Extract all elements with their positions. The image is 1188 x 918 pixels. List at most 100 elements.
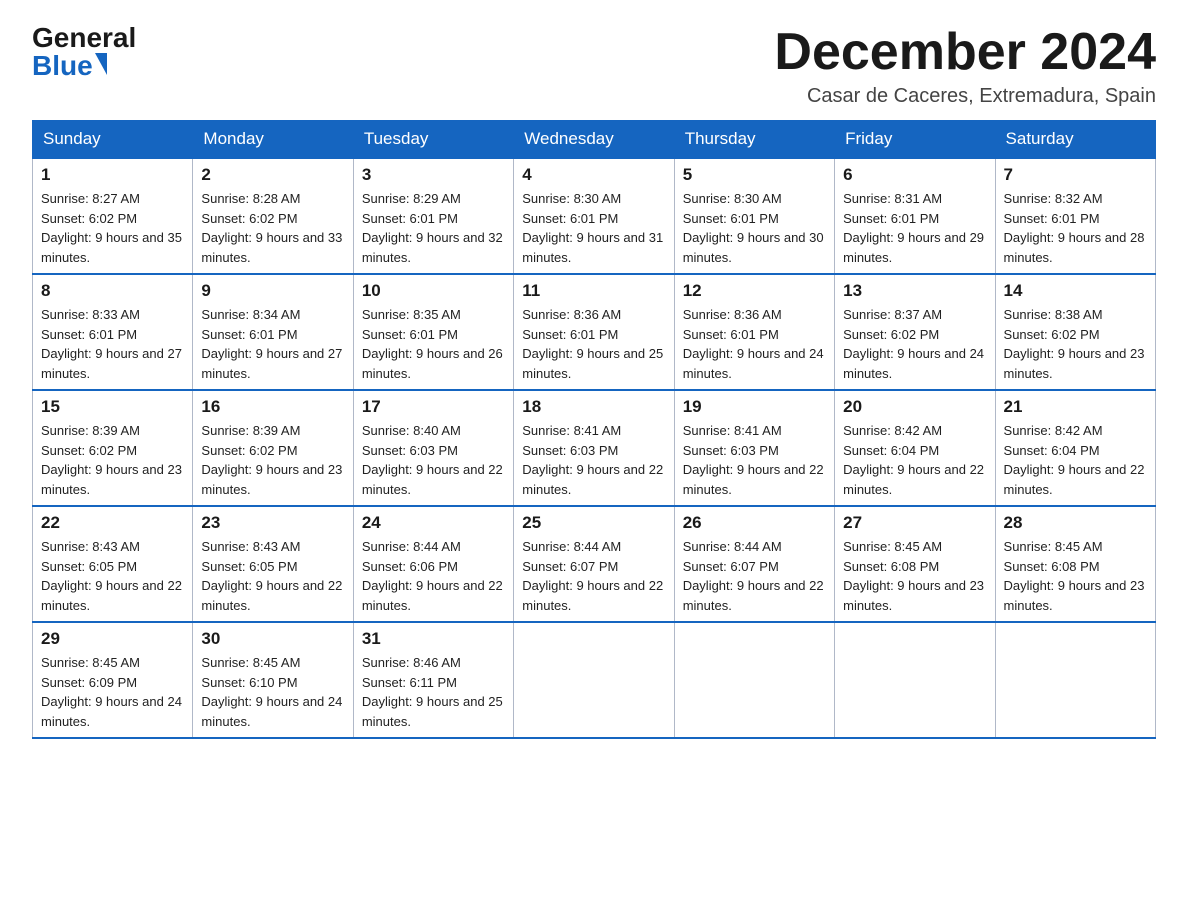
table-row: 5 Sunrise: 8:30 AMSunset: 6:01 PMDayligh… [674, 158, 834, 274]
table-row: 27 Sunrise: 8:45 AMSunset: 6:08 PMDaylig… [835, 506, 995, 622]
day-number: 7 [1004, 165, 1147, 185]
day-number: 14 [1004, 281, 1147, 301]
day-info: Sunrise: 8:30 AMSunset: 6:01 PMDaylight:… [683, 191, 824, 265]
day-number: 29 [41, 629, 184, 649]
day-number: 17 [362, 397, 505, 417]
table-row: 6 Sunrise: 8:31 AMSunset: 6:01 PMDayligh… [835, 158, 995, 274]
table-row: 25 Sunrise: 8:44 AMSunset: 6:07 PMDaylig… [514, 506, 674, 622]
table-row: 8 Sunrise: 8:33 AMSunset: 6:01 PMDayligh… [33, 274, 193, 390]
day-info: Sunrise: 8:44 AMSunset: 6:06 PMDaylight:… [362, 539, 503, 613]
table-row: 9 Sunrise: 8:34 AMSunset: 6:01 PMDayligh… [193, 274, 353, 390]
table-row: 3 Sunrise: 8:29 AMSunset: 6:01 PMDayligh… [353, 158, 513, 274]
table-row: 24 Sunrise: 8:44 AMSunset: 6:06 PMDaylig… [353, 506, 513, 622]
calendar-week-row: 1 Sunrise: 8:27 AMSunset: 6:02 PMDayligh… [33, 158, 1156, 274]
table-row: 17 Sunrise: 8:40 AMSunset: 6:03 PMDaylig… [353, 390, 513, 506]
header-tuesday: Tuesday [353, 121, 513, 159]
day-number: 24 [362, 513, 505, 533]
day-info: Sunrise: 8:38 AMSunset: 6:02 PMDaylight:… [1004, 307, 1145, 381]
day-number: 23 [201, 513, 344, 533]
table-row: 16 Sunrise: 8:39 AMSunset: 6:02 PMDaylig… [193, 390, 353, 506]
calendar-week-row: 15 Sunrise: 8:39 AMSunset: 6:02 PMDaylig… [33, 390, 1156, 506]
day-number: 16 [201, 397, 344, 417]
table-row: 10 Sunrise: 8:35 AMSunset: 6:01 PMDaylig… [353, 274, 513, 390]
month-title: December 2024 [774, 24, 1156, 81]
day-number: 22 [41, 513, 184, 533]
day-number: 12 [683, 281, 826, 301]
day-info: Sunrise: 8:45 AMSunset: 6:08 PMDaylight:… [843, 539, 984, 613]
logo-blue-text: Blue [32, 52, 93, 80]
day-info: Sunrise: 8:42 AMSunset: 6:04 PMDaylight:… [843, 423, 984, 497]
header-monday: Monday [193, 121, 353, 159]
day-info: Sunrise: 8:45 AMSunset: 6:09 PMDaylight:… [41, 655, 182, 729]
table-row: 13 Sunrise: 8:37 AMSunset: 6:02 PMDaylig… [835, 274, 995, 390]
header-wednesday: Wednesday [514, 121, 674, 159]
day-number: 31 [362, 629, 505, 649]
day-info: Sunrise: 8:30 AMSunset: 6:01 PMDaylight:… [522, 191, 663, 265]
location-subtitle: Casar de Caceres, Extremadura, Spain [774, 85, 1156, 108]
day-number: 27 [843, 513, 986, 533]
table-row: 18 Sunrise: 8:41 AMSunset: 6:03 PMDaylig… [514, 390, 674, 506]
day-number: 3 [362, 165, 505, 185]
day-info: Sunrise: 8:44 AMSunset: 6:07 PMDaylight:… [683, 539, 824, 613]
day-info: Sunrise: 8:45 AMSunset: 6:10 PMDaylight:… [201, 655, 342, 729]
day-number: 20 [843, 397, 986, 417]
calendar-week-row: 29 Sunrise: 8:45 AMSunset: 6:09 PMDaylig… [33, 622, 1156, 738]
table-row: 30 Sunrise: 8:45 AMSunset: 6:10 PMDaylig… [193, 622, 353, 738]
header-friday: Friday [835, 121, 995, 159]
day-number: 19 [683, 397, 826, 417]
day-info: Sunrise: 8:37 AMSunset: 6:02 PMDaylight:… [843, 307, 984, 381]
day-info: Sunrise: 8:39 AMSunset: 6:02 PMDaylight:… [41, 423, 182, 497]
table-row: 29 Sunrise: 8:45 AMSunset: 6:09 PMDaylig… [33, 622, 193, 738]
day-info: Sunrise: 8:41 AMSunset: 6:03 PMDaylight:… [683, 423, 824, 497]
table-row: 20 Sunrise: 8:42 AMSunset: 6:04 PMDaylig… [835, 390, 995, 506]
logo: General Blue [32, 24, 136, 80]
header-sunday: Sunday [33, 121, 193, 159]
table-row: 31 Sunrise: 8:46 AMSunset: 6:11 PMDaylig… [353, 622, 513, 738]
table-row: 12 Sunrise: 8:36 AMSunset: 6:01 PMDaylig… [674, 274, 834, 390]
header-saturday: Saturday [995, 121, 1155, 159]
table-row [995, 622, 1155, 738]
day-number: 11 [522, 281, 665, 301]
table-row: 28 Sunrise: 8:45 AMSunset: 6:08 PMDaylig… [995, 506, 1155, 622]
table-row: 4 Sunrise: 8:30 AMSunset: 6:01 PMDayligh… [514, 158, 674, 274]
day-info: Sunrise: 8:35 AMSunset: 6:01 PMDaylight:… [362, 307, 503, 381]
table-row: 23 Sunrise: 8:43 AMSunset: 6:05 PMDaylig… [193, 506, 353, 622]
day-info: Sunrise: 8:32 AMSunset: 6:01 PMDaylight:… [1004, 191, 1145, 265]
day-number: 30 [201, 629, 344, 649]
day-info: Sunrise: 8:44 AMSunset: 6:07 PMDaylight:… [522, 539, 663, 613]
page-header: General Blue December 2024 Casar de Cace… [32, 24, 1156, 108]
table-row: 2 Sunrise: 8:28 AMSunset: 6:02 PMDayligh… [193, 158, 353, 274]
day-info: Sunrise: 8:29 AMSunset: 6:01 PMDaylight:… [362, 191, 503, 265]
table-row: 1 Sunrise: 8:27 AMSunset: 6:02 PMDayligh… [33, 158, 193, 274]
table-row: 26 Sunrise: 8:44 AMSunset: 6:07 PMDaylig… [674, 506, 834, 622]
day-number: 18 [522, 397, 665, 417]
day-number: 5 [683, 165, 826, 185]
table-row: 22 Sunrise: 8:43 AMSunset: 6:05 PMDaylig… [33, 506, 193, 622]
table-row: 11 Sunrise: 8:36 AMSunset: 6:01 PMDaylig… [514, 274, 674, 390]
calendar-table: Sunday Monday Tuesday Wednesday Thursday… [32, 120, 1156, 739]
day-number: 4 [522, 165, 665, 185]
day-info: Sunrise: 8:33 AMSunset: 6:01 PMDaylight:… [41, 307, 182, 381]
day-info: Sunrise: 8:42 AMSunset: 6:04 PMDaylight:… [1004, 423, 1145, 497]
day-number: 26 [683, 513, 826, 533]
table-row: 14 Sunrise: 8:38 AMSunset: 6:02 PMDaylig… [995, 274, 1155, 390]
table-row [835, 622, 995, 738]
table-row [674, 622, 834, 738]
day-number: 9 [201, 281, 344, 301]
table-row: 21 Sunrise: 8:42 AMSunset: 6:04 PMDaylig… [995, 390, 1155, 506]
day-number: 13 [843, 281, 986, 301]
day-number: 25 [522, 513, 665, 533]
day-number: 10 [362, 281, 505, 301]
day-info: Sunrise: 8:45 AMSunset: 6:08 PMDaylight:… [1004, 539, 1145, 613]
title-section: December 2024 Casar de Caceres, Extremad… [774, 24, 1156, 108]
calendar-week-row: 22 Sunrise: 8:43 AMSunset: 6:05 PMDaylig… [33, 506, 1156, 622]
day-headers-row: Sunday Monday Tuesday Wednesday Thursday… [33, 121, 1156, 159]
calendar-week-row: 8 Sunrise: 8:33 AMSunset: 6:01 PMDayligh… [33, 274, 1156, 390]
day-number: 1 [41, 165, 184, 185]
table-row: 19 Sunrise: 8:41 AMSunset: 6:03 PMDaylig… [674, 390, 834, 506]
header-thursday: Thursday [674, 121, 834, 159]
table-row: 15 Sunrise: 8:39 AMSunset: 6:02 PMDaylig… [33, 390, 193, 506]
day-number: 2 [201, 165, 344, 185]
day-info: Sunrise: 8:43 AMSunset: 6:05 PMDaylight:… [201, 539, 342, 613]
day-info: Sunrise: 8:31 AMSunset: 6:01 PMDaylight:… [843, 191, 984, 265]
